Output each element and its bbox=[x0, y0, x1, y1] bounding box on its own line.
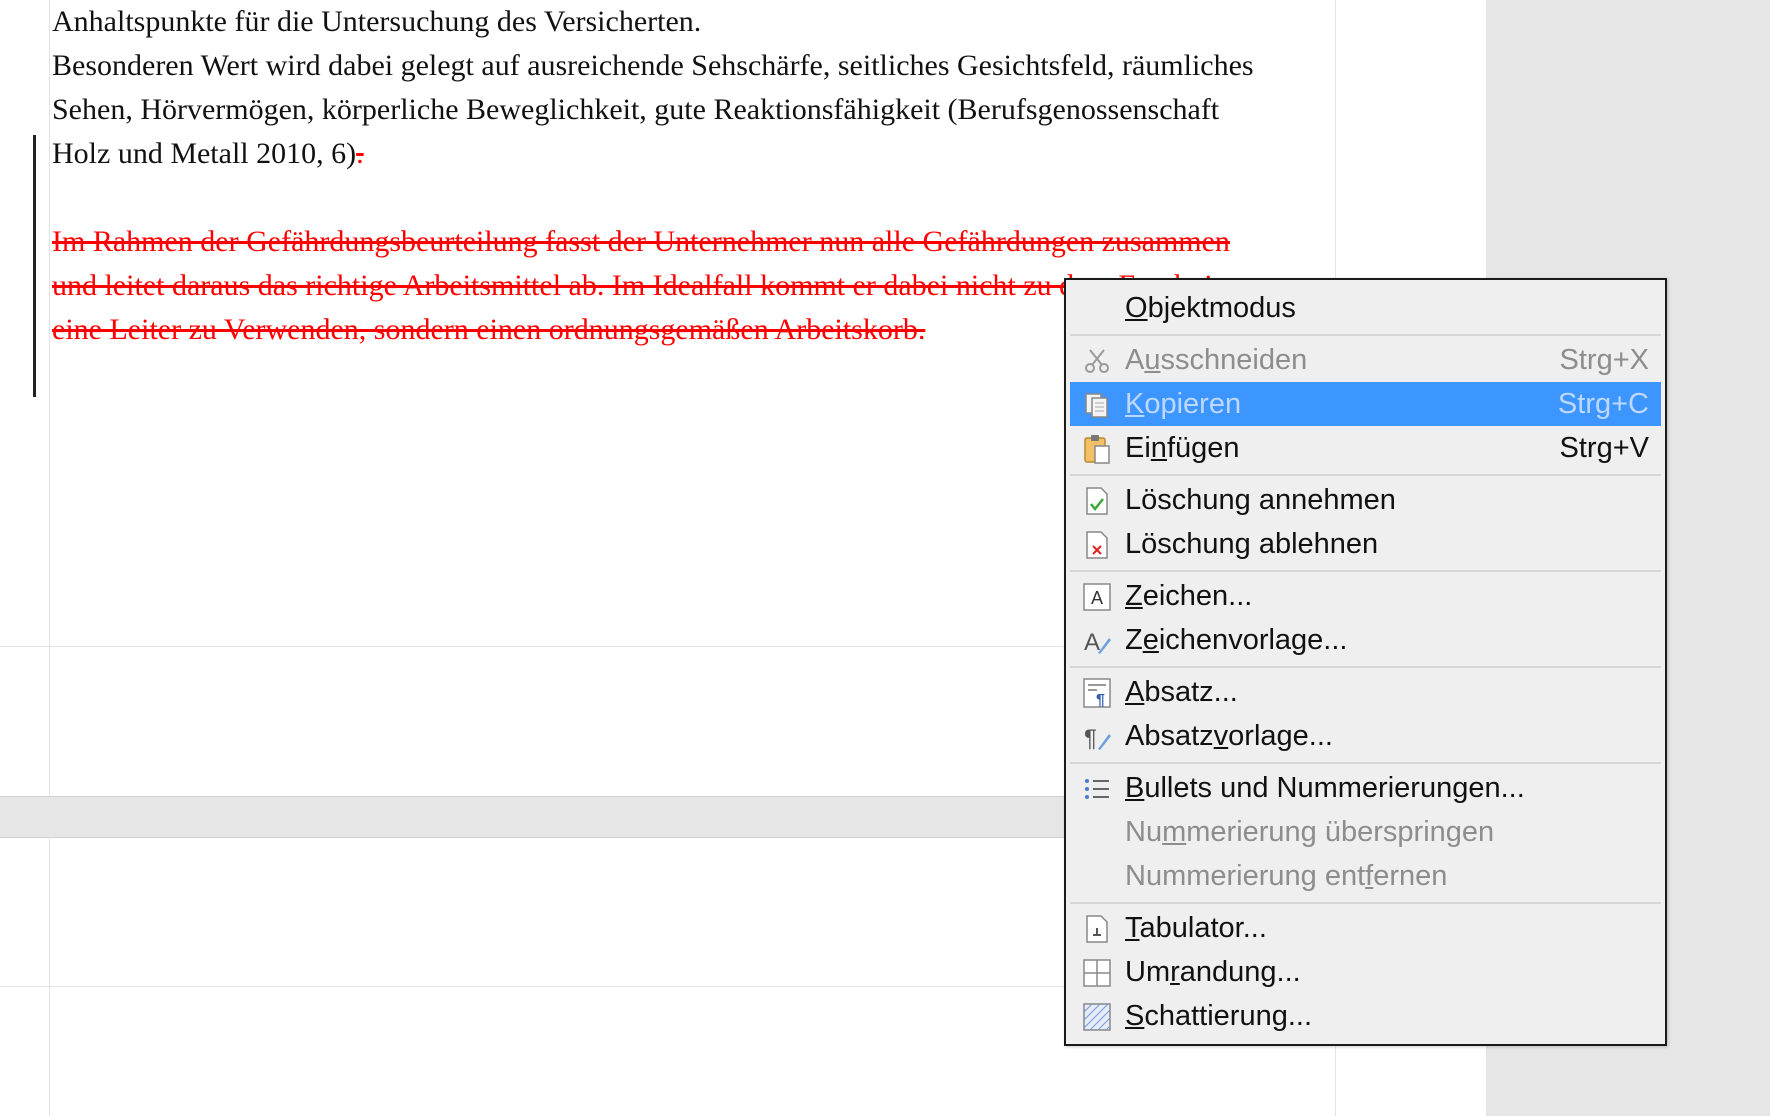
menu-separator bbox=[1070, 762, 1661, 764]
menu-separator bbox=[1070, 902, 1661, 904]
paragraph-icon: ¶ bbox=[1082, 678, 1112, 708]
menu-item-zeichenvorlage[interactable]: A Zeichenvorlage... bbox=[1070, 618, 1661, 662]
doc-line: Sehen, Hörvermögen, körperliche Beweglic… bbox=[52, 93, 1220, 126]
tabulator-icon bbox=[1082, 914, 1112, 944]
doc-line: Holz und Metall 2010, 6). bbox=[52, 132, 1342, 176]
menu-item-loeschung-annehmen[interactable]: Löschung annehmen bbox=[1070, 478, 1661, 522]
character-style-icon: A bbox=[1082, 626, 1112, 656]
doc-line-text: Holz und Metall 2010, 6) bbox=[52, 137, 357, 170]
menu-item-loeschung-ablehnen[interactable]: Löschung ablehnen bbox=[1070, 522, 1661, 566]
paste-icon bbox=[1082, 434, 1112, 464]
scissors-icon bbox=[1082, 346, 1112, 376]
menu-item-objektmodus[interactable]: Objektmodus bbox=[1070, 286, 1661, 330]
menu-item-kopieren[interactable]: Kopieren Strg+C bbox=[1070, 382, 1661, 426]
accept-change-icon bbox=[1082, 486, 1112, 516]
menu-separator bbox=[1070, 570, 1661, 572]
menu-item-nummerierung-entfernen[interactable]: Nummerierung entfernen bbox=[1070, 854, 1661, 898]
menu-separator bbox=[1070, 474, 1661, 476]
border-icon bbox=[1082, 958, 1112, 988]
svg-text:¶: ¶ bbox=[1096, 692, 1105, 708]
menu-item-absatz[interactable]: ¶ Absatz... bbox=[1070, 670, 1661, 714]
character-icon: A bbox=[1082, 582, 1112, 612]
svg-text:A: A bbox=[1084, 629, 1100, 656]
menu-item-zeichen[interactable]: A Zeichen... bbox=[1070, 574, 1661, 618]
track-changes-bar bbox=[33, 135, 36, 397]
menu-item-bullets-nummerierungen[interactable]: Bullets und Nummerierungen... bbox=[1070, 766, 1661, 810]
menu-item-einfuegen[interactable]: Einfügen Strg+V bbox=[1070, 426, 1661, 470]
bullets-icon bbox=[1082, 774, 1112, 804]
copy-icon bbox=[1082, 390, 1112, 420]
shading-icon bbox=[1082, 1002, 1112, 1032]
text-boundary-left-lower bbox=[49, 837, 50, 1116]
deleted-text: . bbox=[356, 137, 364, 170]
menu-item-nummerierung-ueberspringen[interactable]: Nummerierung überspringen bbox=[1070, 810, 1661, 854]
deleted-text-line: Im Rahmen der Gefährdungsbeurteilung fas… bbox=[52, 225, 1230, 258]
menu-item-ausschneiden[interactable]: Ausschneiden Strg+X bbox=[1070, 338, 1661, 382]
text-boundary-left bbox=[49, 0, 50, 796]
menu-item-absatzvorlage[interactable]: ¶ Absatzvorlage... bbox=[1070, 714, 1661, 758]
doc-line: Anhaltspunkte für die Untersuchung des V… bbox=[52, 5, 702, 38]
doc-line: Besonderen Wert wird dabei gelegt auf au… bbox=[52, 49, 1254, 82]
svg-text:A: A bbox=[1091, 588, 1103, 608]
menu-separator bbox=[1070, 666, 1661, 668]
reject-change-icon bbox=[1082, 530, 1112, 560]
menu-item-umrandung[interactable]: Umrandung... bbox=[1070, 950, 1661, 994]
svg-text:¶: ¶ bbox=[1084, 725, 1097, 752]
menu-separator bbox=[1070, 334, 1661, 336]
menu-item-tabulator[interactable]: Tabulator... bbox=[1070, 906, 1661, 950]
paragraph-style-icon: ¶ bbox=[1082, 722, 1112, 752]
context-menu: Objektmodus Ausschneiden Strg+X Kopieren… bbox=[1064, 278, 1667, 1046]
menu-item-schattierung[interactable]: Schattierung... bbox=[1070, 994, 1661, 1038]
